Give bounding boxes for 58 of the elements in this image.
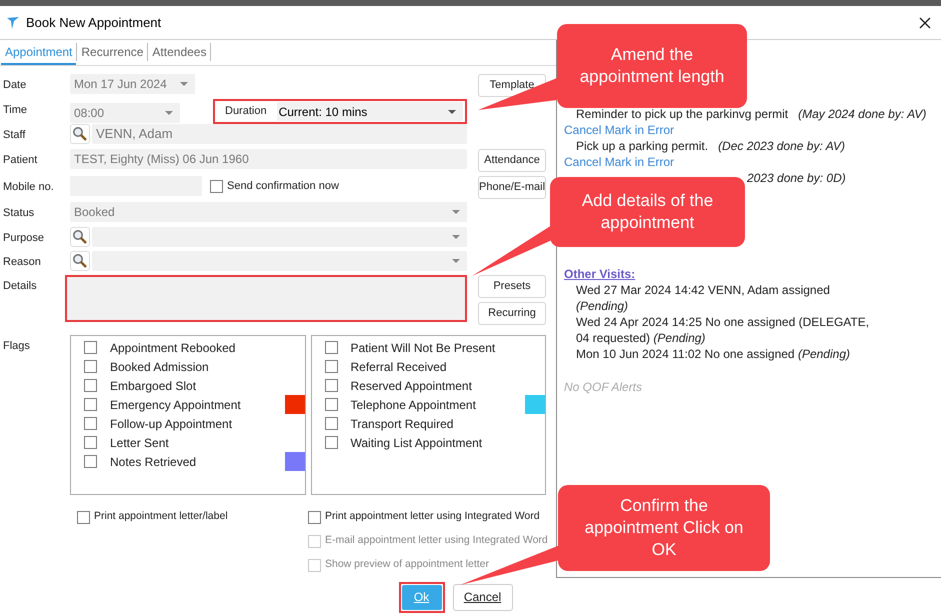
checkbox-label: Waiting List Appointment <box>350 434 484 452</box>
checkbox-label: Emergency Appointment <box>110 396 242 414</box>
field-label: Flags <box>2 339 31 353</box>
checkbox-label: Transport Required <box>350 416 454 432</box>
checkbox-label: Print appointment letter using Integrated Word <box>325 509 540 524</box>
field-label: Mobile no. <box>2 180 55 194</box>
checkbox-label: Show preview of appointment letter <box>325 557 490 572</box>
checkbox-label: Referral Received <box>350 358 448 376</box>
tab[interactable]: Recurrence <box>77 40 148 65</box>
cancel-link[interactable]: Cancel Mark in Error <box>564 154 941 170</box>
duration-dropdown[interactable]: Current: 10 mins <box>276 102 463 121</box>
field-label: Duration <box>224 104 268 120</box>
time-dropdown[interactable]: 08:00 <box>70 102 180 122</box>
visit-entry: Mon 10 Jun 2024 11:02 No one assigned (Pending) <box>575 346 851 362</box>
field-label: Staff <box>2 128 26 142</box>
field-label: Details <box>2 279 38 293</box>
visit-entry: Wed 24 Apr 2024 14:25 No one assigned (DELEGATE, 04 requested) (Pending) <box>575 314 870 346</box>
checkbox-label: E-mail appointment letter using Integrated Word <box>325 533 548 548</box>
cancel-button[interactable]: Cancel <box>452 584 512 610</box>
task-note: (May 2024 done by: AV) <box>798 106 926 122</box>
field-label: Purpose <box>2 231 45 245</box>
qof-status: No QOF Alerts <box>564 379 644 396</box>
side-button[interactable]: Phone/E-mail <box>478 176 546 199</box>
task-note: (Dec 2023 done by: AV) <box>718 138 846 154</box>
checkbox-label: Appointment Rebooked <box>110 340 236 356</box>
visit-entry: Wed 27 Mar 2024 14:42 VENN, Adam assigned (Pending) <box>575 282 831 314</box>
callout: Add details of the appointment <box>550 177 745 247</box>
checkbox-label: Letter Sent <box>110 434 170 452</box>
cancel-link[interactable]: Cancel Mark in Error <box>564 122 941 138</box>
checkbox-label: Send confirmation now <box>227 178 339 194</box>
checkbox-label: Embargoed Slot <box>110 378 198 394</box>
checkbox-label: Reserved Appointment <box>350 378 473 394</box>
task-text: Reminder to pick up the parkinvg permit <box>576 106 788 122</box>
field-label: Patient <box>2 153 38 167</box>
field-label: Time <box>2 103 28 117</box>
callout: Confirm the appointment Click on OK <box>558 485 770 571</box>
date-dropdown[interactable]: Mon 17 Jun 2024 <box>70 74 195 94</box>
side-button[interactable]: Presets <box>478 275 546 298</box>
status-dropdown[interactable]: Booked <box>70 202 467 222</box>
checkbox-label: Print appointment letter/label <box>94 509 228 524</box>
callout: Amend the appointment length <box>557 24 747 108</box>
task-note: 2023 done by: 0D) <box>747 170 846 186</box>
task-text: Pick up a parking permit. <box>576 138 708 154</box>
tab[interactable]: Attendees <box>148 40 210 65</box>
checkbox-label: Notes Retrieved <box>110 454 198 470</box>
side-button[interactable]: Recurring <box>478 302 546 325</box>
window-title: Book New Appointment <box>26 14 162 32</box>
field-label: Status <box>2 206 36 220</box>
field-label: Reason <box>2 255 42 269</box>
other-visits-link[interactable]: Other Visits: <box>564 266 636 282</box>
checkbox-label: Patient Will Not Be Present <box>350 340 496 356</box>
checkbox-label: Follow-up Appointment <box>110 416 234 432</box>
checkbox-label: Booked Admission <box>110 358 210 376</box>
staff-field[interactable]: VENN, Adam <box>92 124 467 144</box>
side-button[interactable]: Attendance <box>478 149 546 172</box>
checkbox-label: Telephone Appointment <box>350 396 477 414</box>
patient-field[interactable]: TEST, Eighty (Miss) 06 Jun 1960 <box>70 149 467 169</box>
field-label: Date <box>2 78 28 92</box>
